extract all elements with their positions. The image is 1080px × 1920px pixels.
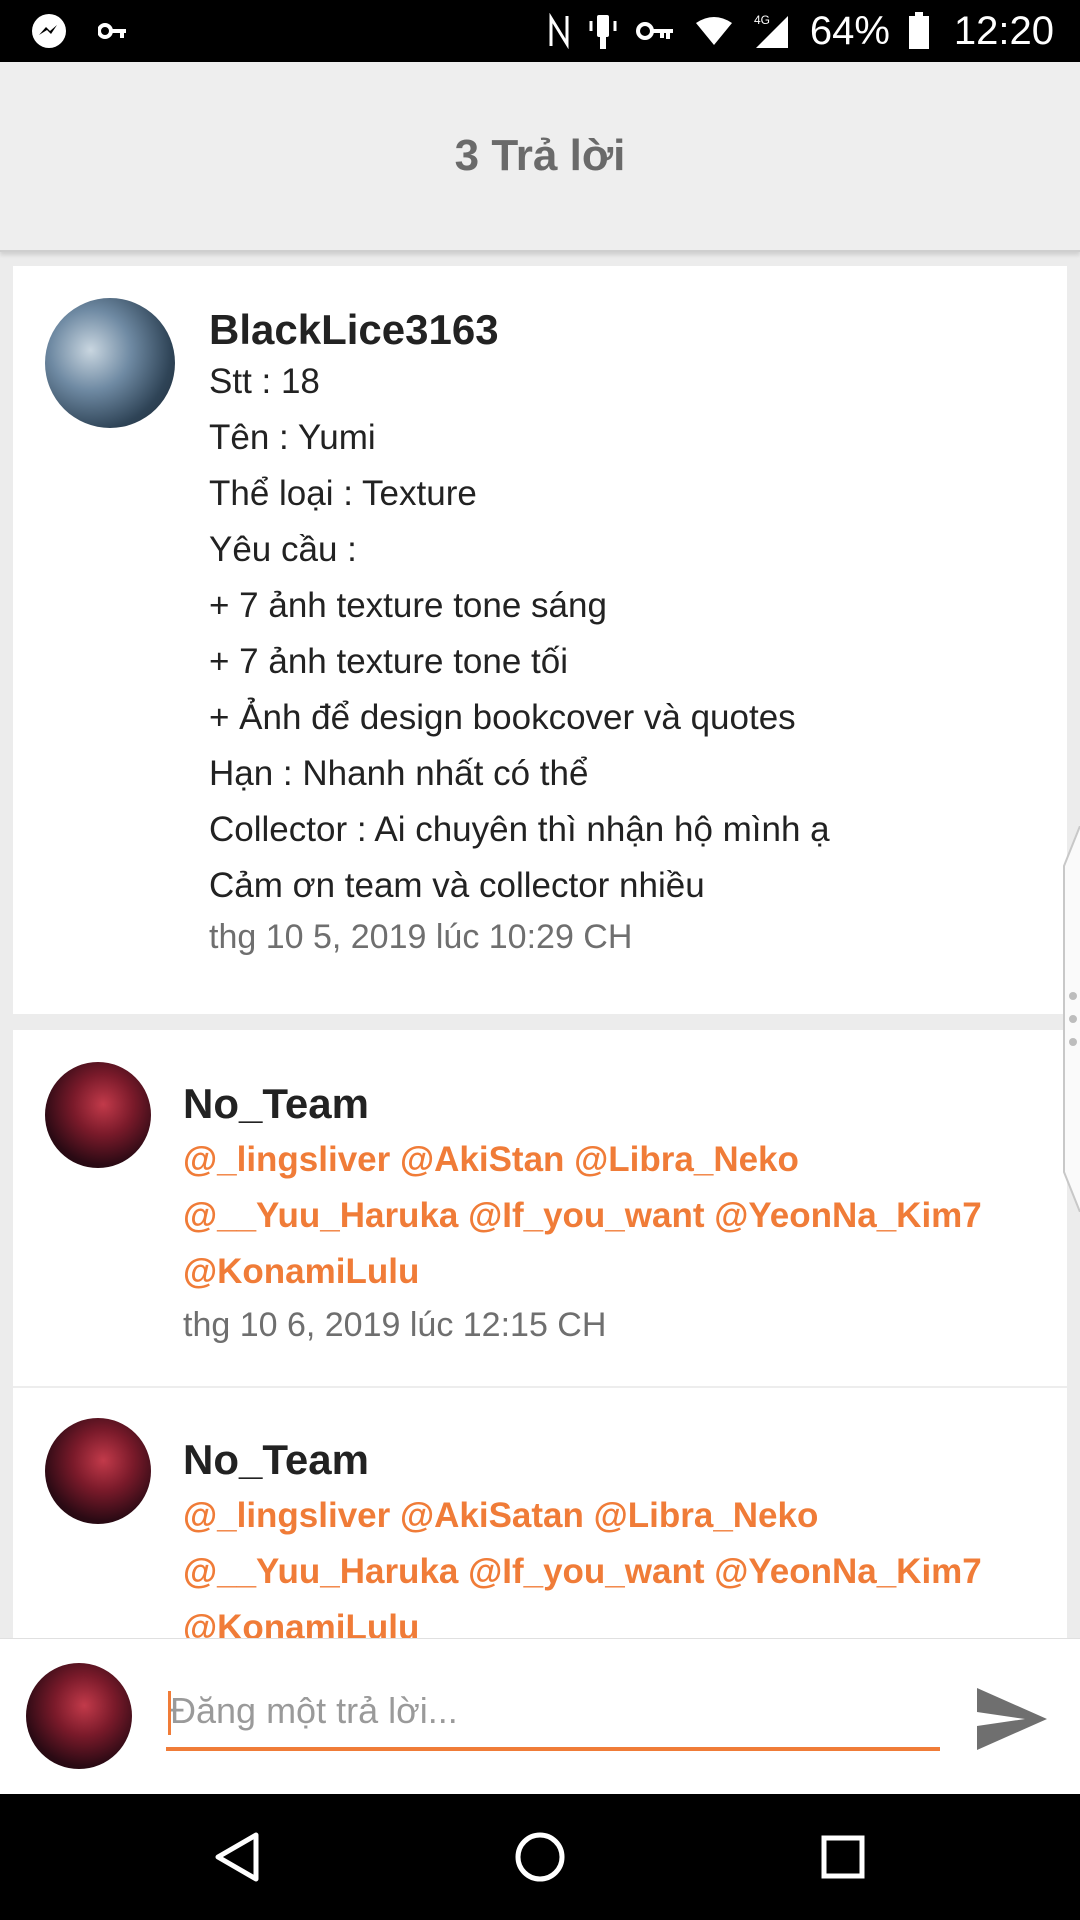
reply-card: BlackLice3163 Stt : 18 Tên : Yumi Thể lo… — [13, 266, 1067, 1014]
replies-list[interactable]: BlackLice3163 Stt : 18 Tên : Yumi Thể lo… — [0, 254, 1080, 1638]
messenger-icon — [30, 12, 68, 50]
avatar[interactable] — [45, 298, 175, 428]
mention-line[interactable]: @KonamiLulu — [183, 1608, 419, 1638]
mention-line[interactable]: @_lingsliver @AkiStan @Libra_Neko — [183, 1140, 799, 1180]
vpn-key-icon — [635, 19, 676, 43]
reply-username[interactable]: No_Team — [183, 1436, 369, 1484]
mention-line[interactable]: @_lingsliver @AkiSatan @Libra_Neko — [183, 1496, 818, 1536]
reply-text-line: Hạn : Nhanh nhất có thể — [209, 754, 589, 793]
home-circle-icon — [513, 1830, 567, 1884]
vibrate-icon — [588, 11, 618, 51]
text-caret — [168, 1691, 171, 1735]
reply-text-line: + 7 ảnh texture tone sáng — [209, 586, 607, 625]
divider — [13, 1386, 1067, 1388]
status-bar: 4G 64% 12:20 — [0, 0, 1080, 62]
page-title: 3 Trả lời — [454, 131, 626, 180]
reply-username[interactable]: BlackLice3163 — [209, 306, 499, 354]
reply-input[interactable] — [166, 1675, 940, 1751]
send-button[interactable] — [972, 1679, 1052, 1759]
replies-header: 3 Trả lời — [0, 62, 1080, 252]
compose-bar — [0, 1638, 1080, 1794]
send-icon — [975, 1686, 1049, 1752]
reply-text-line: Stt : 18 — [209, 362, 320, 401]
reply-card: No_Team @_lingsliver @AkiStan @Libra_Nek… — [13, 1030, 1067, 1638]
key-icon — [98, 21, 128, 41]
cell-signal-icon: 4G — [752, 12, 792, 50]
reply-text-line: + 7 ảnh texture tone tối — [209, 642, 569, 681]
battery-icon — [908, 12, 930, 50]
clock: 12:20 — [953, 8, 1054, 53]
reply-text-line: Cảm ơn team và collector nhiều — [209, 866, 705, 905]
mention-line[interactable]: @__Yuu_Haruka @If_you_want @YeonNa_Kim7 — [183, 1552, 982, 1592]
wifi-icon — [694, 15, 734, 47]
reply-text-line: Yêu cầu : — [209, 530, 357, 569]
reply-username[interactable]: No_Team — [183, 1080, 369, 1128]
avatar[interactable] — [45, 1418, 151, 1524]
reply-text-line: Thể loại : Texture — [209, 474, 477, 513]
reply-timestamp: thg 10 6, 2019 lúc 12:15 CH — [183, 1306, 607, 1344]
home-button[interactable] — [505, 1822, 575, 1892]
navigation-bar — [0, 1794, 1080, 1920]
svg-text:4G: 4G — [754, 13, 770, 27]
recents-square-icon — [819, 1833, 867, 1881]
reply-text-line: Collector : Ai chuyên thì nhận hộ mình ạ — [209, 810, 830, 849]
nfc-icon — [548, 13, 570, 49]
reply-timestamp: thg 10 5, 2019 lúc 10:29 CH — [209, 918, 633, 956]
battery-percent: 64% — [809, 8, 890, 53]
mention-line[interactable]: @KonamiLulu — [183, 1252, 419, 1292]
avatar[interactable] — [45, 1062, 151, 1168]
reply-text-line: Tên : Yumi — [209, 418, 376, 457]
back-triangle-icon — [212, 1831, 262, 1883]
current-user-avatar — [26, 1663, 132, 1769]
reply-text-line: + Ảnh để design bookcover và quotes — [209, 698, 796, 737]
fast-scroll-handle[interactable] — [1058, 825, 1080, 1213]
mention-line[interactable]: @__Yuu_Haruka @If_you_want @YeonNa_Kim7 — [183, 1196, 982, 1236]
recents-button[interactable] — [808, 1822, 878, 1892]
back-button[interactable] — [202, 1822, 272, 1892]
